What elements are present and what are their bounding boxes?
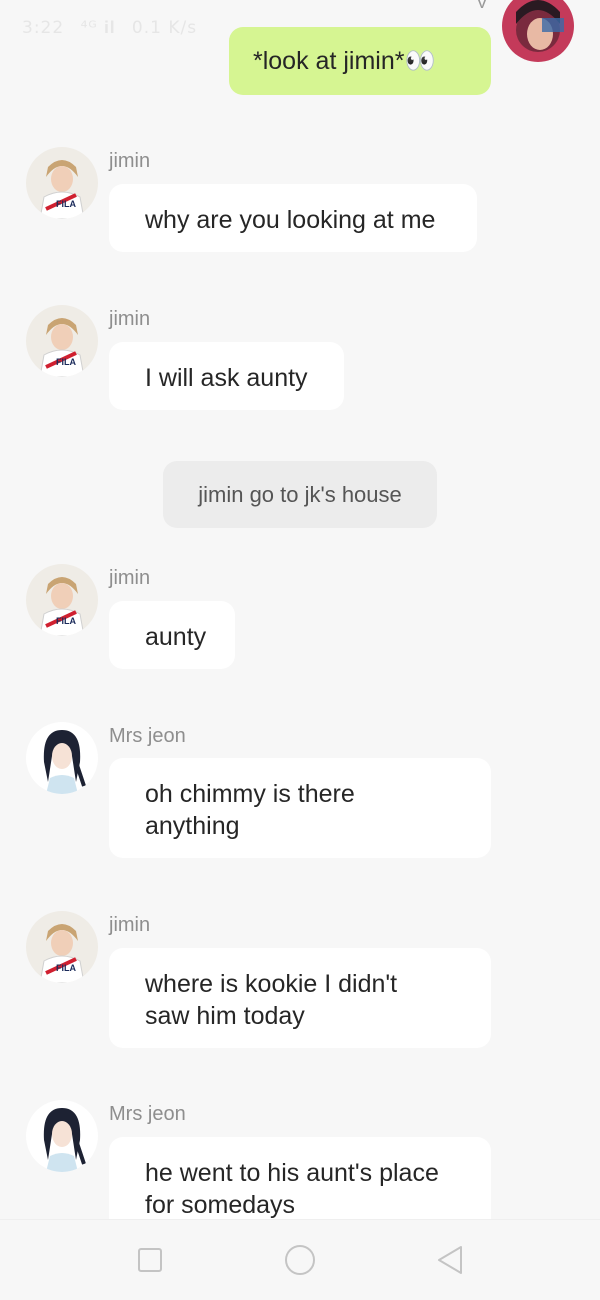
sent-message-bubble: *look at jimin*👀	[229, 27, 491, 95]
mrs-jeon-avatar[interactable]	[26, 1100, 98, 1172]
sender-name: Mrs jeon	[109, 725, 186, 747]
message-text: why are you looking at me	[145, 206, 436, 234]
time-label: 3:22	[22, 18, 65, 38]
received-message-bubble: aunty	[109, 601, 235, 669]
svg-text:FILA: FILA	[56, 199, 76, 209]
message-text: aunty	[145, 623, 207, 651]
received-message-bubble: I will ask aunty	[109, 342, 344, 410]
received-message-bubble: why are you looking at me	[109, 184, 477, 252]
message-text: *look at jimin*👀	[253, 47, 436, 75]
svg-text:FILA: FILA	[56, 616, 76, 626]
sender-name: Mrs jeon	[109, 1103, 186, 1125]
network-speed: 0.1 K/s	[131, 18, 198, 38]
narration-text: jimin go to jk's house	[198, 481, 402, 507]
message-text: where is kookie I didn't saw him today	[145, 970, 398, 1030]
status-bar: 3:22 ⁴ᴳ 𝐢𝐥 0.1 K/s	[22, 18, 207, 38]
sender-name: jimin	[109, 308, 151, 330]
jimin-avatar[interactable]: FILA	[26, 305, 98, 377]
sender-name: jimin	[109, 914, 151, 936]
received-message-bubble: oh chimmy is there anything	[109, 758, 491, 858]
received-message-bubble: where is kookie I didn't saw him today	[109, 948, 491, 1048]
signal-indicator: ⁴ᴳ 𝐢𝐥	[80, 18, 116, 38]
message-text: he went to his aunt's place for somedays	[145, 1159, 439, 1219]
narration-bubble: jimin go to jk's house	[163, 461, 437, 528]
mrs-jeon-avatar[interactable]	[26, 722, 98, 794]
message-text: oh chimmy is there anything	[145, 780, 355, 840]
svg-text:FILA: FILA	[56, 357, 76, 367]
svg-text:FILA: FILA	[56, 963, 76, 973]
sender-name: jimin	[109, 150, 151, 172]
sender-name: jimin	[109, 567, 151, 589]
message-text: I will ask aunty	[145, 364, 308, 392]
jimin-avatar[interactable]: FILA	[26, 147, 98, 219]
triangle-back-icon[interactable]	[434, 1244, 466, 1276]
v-avatar[interactable]	[502, 0, 574, 62]
system-nav-bar	[0, 1219, 600, 1300]
jimin-avatar[interactable]: FILA	[26, 564, 98, 636]
square-icon[interactable]	[134, 1244, 166, 1276]
top-label: V	[475, 0, 488, 12]
circle-home-icon[interactable]	[284, 1244, 316, 1276]
jimin-avatar[interactable]: FILA	[26, 911, 98, 983]
